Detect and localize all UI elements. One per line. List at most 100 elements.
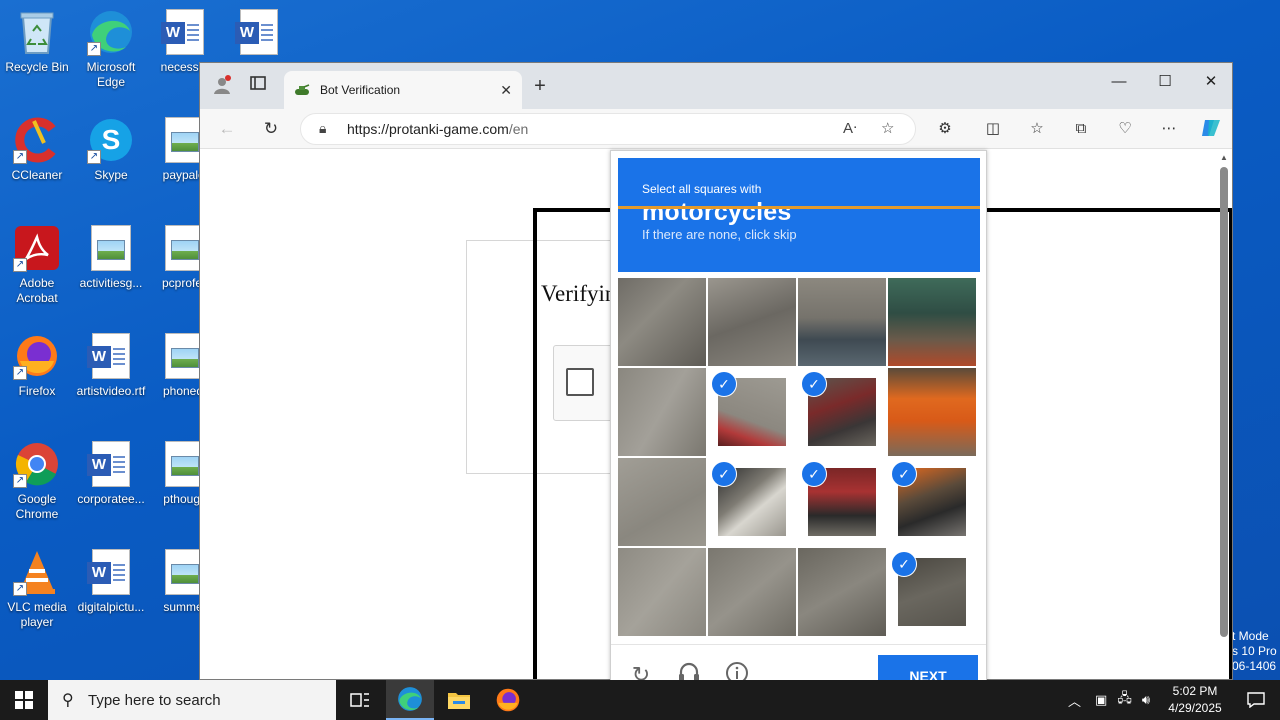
- image-file-icon: [87, 224, 135, 272]
- windows-taskbar: ⚲ Type here to search ︿ ▣ 🖧︎ 🔊︎ 5:02 PM …: [0, 680, 1280, 720]
- page-scrollbar[interactable]: ▲: [1218, 153, 1230, 675]
- task-view-icon[interactable]: [336, 680, 384, 720]
- selected-check-icon: ✓: [892, 552, 916, 576]
- system-tray: ︿ ▣ 🖧︎ 🔊︎: [1068, 680, 1150, 720]
- copilot-icon[interactable]: [1198, 117, 1224, 141]
- tank-favicon-icon: [295, 84, 310, 95]
- browser-essentials-icon[interactable]: ♡: [1112, 117, 1138, 141]
- system-info-overlay: t Mode s 10 Pro 06-1406: [1232, 629, 1277, 673]
- selected-check-icon: ✓: [712, 372, 736, 396]
- refresh-icon[interactable]: ↻: [258, 117, 284, 141]
- desktop-icon-google-chrome[interactable]: ↗ Google Chrome: [0, 440, 75, 522]
- profile-icon[interactable]: [210, 75, 234, 97]
- shortcut-arrow-icon: ↗: [13, 258, 27, 272]
- read-aloud-icon[interactable]: A͏ᐧ: [843, 119, 857, 137]
- word-doc-icon: W: [87, 332, 135, 380]
- captcha-image-grid: ✓ ✓ ✓ ✓ ✓ ✓: [618, 278, 978, 638]
- captcha-instruction: Select all squares with: [642, 182, 762, 196]
- captcha-tile[interactable]: ✓: [798, 368, 886, 456]
- desktop-icon-adobe-acrobat[interactable]: ↗ Adobe Acrobat: [0, 224, 75, 306]
- clock-date: 4/29/2025: [1168, 701, 1222, 715]
- captcha-tile[interactable]: ✓: [888, 548, 976, 636]
- captcha-header: Select all squares with motorcycles If t…: [618, 158, 980, 272]
- favorite-star-icon[interactable]: ☆: [881, 119, 894, 137]
- taskbar-clock[interactable]: 5:02 PM 4/29/2025: [1160, 683, 1230, 717]
- selected-check-icon: ✓: [802, 372, 826, 396]
- captcha-tile[interactable]: [708, 278, 796, 366]
- captcha-tile[interactable]: [798, 548, 886, 636]
- clock-time: 5:02 PM: [1172, 684, 1218, 698]
- network-icon[interactable]: 🖧︎: [1117, 689, 1132, 711]
- captcha-target: motorcycles: [642, 198, 792, 226]
- desktop-icon-recycle-bin[interactable]: Recycle Bin: [0, 8, 75, 75]
- split-screen-icon[interactable]: ◫: [980, 117, 1006, 141]
- taskbar-firefox-icon[interactable]: [484, 680, 532, 720]
- taskbar-search-box[interactable]: ⚲ Type here to search: [48, 680, 336, 720]
- volume-icon[interactable]: 🔊︎: [1142, 692, 1150, 708]
- url-host: https://protanki-game.com: [347, 121, 509, 137]
- skype-icon: S ↗: [87, 116, 135, 164]
- desktop-icon-word-doc[interactable]: W: [221, 8, 297, 60]
- captcha-tile[interactable]: ✓: [708, 458, 796, 546]
- lock-icon: 🔒︎: [319, 120, 327, 136]
- tab-actions-icon[interactable]: [246, 75, 270, 97]
- start-button[interactable]: [0, 680, 48, 720]
- notification-center-icon[interactable]: [1232, 680, 1280, 720]
- captcha-tile[interactable]: [618, 548, 706, 636]
- captcha-tile[interactable]: ✓: [708, 368, 796, 456]
- desktop-icon-activitiesg[interactable]: activitiesg...: [73, 224, 149, 291]
- desktop-icon-vlc[interactable]: ↗ VLC media player: [0, 548, 75, 630]
- desktop-icon-artistvideo[interactable]: W artistvideo.rtf: [73, 332, 149, 399]
- extensions-icon[interactable]: ⚙: [932, 117, 958, 141]
- scroll-up-icon[interactable]: ▲: [1218, 153, 1230, 167]
- url-bar[interactable]: 🔒︎ https://protanki-game.com/en A͏ᐧ ☆: [300, 113, 916, 145]
- more-options-icon[interactable]: ⋯: [1156, 117, 1182, 141]
- chrome-icon: ↗: [13, 440, 61, 488]
- captcha-tile[interactable]: [888, 368, 976, 456]
- captcha-tile[interactable]: [888, 278, 976, 366]
- captcha-tile[interactable]: [798, 278, 886, 366]
- captcha-tile[interactable]: [708, 548, 796, 636]
- shortcut-arrow-icon: ↗: [13, 582, 27, 596]
- acrobat-icon: ↗: [13, 224, 61, 272]
- word-doc-icon: W: [161, 8, 209, 56]
- desktop-icon-microsoft-edge[interactable]: ↗ Microsoft Edge: [73, 8, 149, 90]
- recycle-bin-icon: [13, 8, 61, 56]
- captcha-tile[interactable]: ✓: [798, 458, 886, 546]
- captcha-tile[interactable]: ✓: [888, 458, 976, 546]
- search-placeholder: Type here to search: [88, 691, 221, 709]
- url-path: /en: [508, 121, 529, 137]
- desktop-icon-ccleaner[interactable]: ↗ CCleaner: [0, 116, 75, 183]
- tray-device-icon[interactable]: ▣: [1095, 692, 1107, 708]
- desktop-icon-skype[interactable]: S ↗ Skype: [73, 116, 149, 183]
- word-doc-icon: W: [87, 440, 135, 488]
- minimize-button[interactable]: —: [1096, 67, 1142, 97]
- captcha-tile[interactable]: [618, 458, 706, 546]
- favorites-icon[interactable]: ☆: [1024, 117, 1050, 141]
- shortcut-arrow-icon: ↗: [13, 150, 27, 164]
- captcha-challenge: Select all squares with motorcycles If t…: [610, 150, 987, 710]
- maximize-button[interactable]: ☐: [1142, 67, 1188, 97]
- new-tab-button[interactable]: +: [528, 75, 552, 97]
- desktop-icon-digitalpictu[interactable]: W digitalpictu...: [73, 548, 149, 615]
- search-icon: ⚲: [62, 692, 74, 709]
- close-window-button[interactable]: ✕: [1188, 67, 1234, 97]
- desktop-icon-firefox[interactable]: ↗ Firefox: [0, 332, 75, 399]
- tray-overflow-icon[interactable]: ︿: [1068, 691, 1081, 710]
- back-icon[interactable]: ←: [214, 117, 240, 141]
- scrollbar-thumb[interactable]: [1220, 167, 1228, 637]
- collections-icon[interactable]: ⧉: [1068, 117, 1094, 141]
- tab-close-icon[interactable]: ✕: [500, 82, 512, 99]
- captcha-tile[interactable]: [618, 368, 706, 456]
- taskbar-file-explorer-icon[interactable]: [435, 680, 483, 720]
- address-toolbar: ← ↻ 🔒︎ https://protanki-game.com/en A͏ᐧ …: [200, 109, 1232, 149]
- taskbar-edge-icon[interactable]: [386, 680, 434, 720]
- shortcut-arrow-icon: ↗: [13, 366, 27, 380]
- selected-check-icon: ✓: [712, 462, 736, 486]
- tab-bot-verification[interactable]: Bot Verification ✕: [284, 71, 522, 109]
- orange-divider: [618, 206, 980, 209]
- word-doc-icon: W: [235, 8, 283, 56]
- captcha-tile[interactable]: [618, 278, 706, 366]
- tab-title: Bot Verification: [320, 83, 401, 97]
- desktop-icon-corporatee[interactable]: W corporatee...: [73, 440, 149, 507]
